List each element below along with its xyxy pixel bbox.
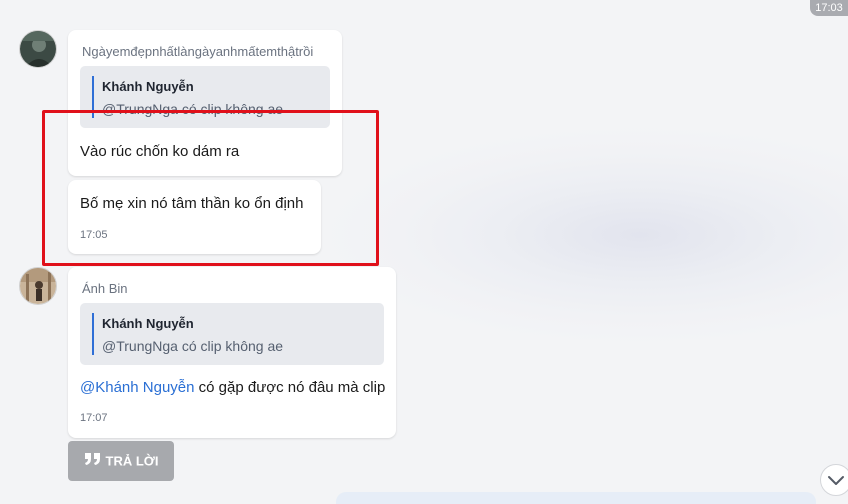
quote-author: Khánh Nguyễn xyxy=(102,316,194,331)
composer-area[interactable] xyxy=(336,492,816,504)
quote-text: @TrungNga có clip không ae xyxy=(102,338,284,354)
quote-icon xyxy=(84,442,102,482)
highlight-annotation xyxy=(42,110,379,266)
sender-name: Ngàyemđẹpnhấtlàngàyanhmấtemthậtrồi xyxy=(82,44,314,59)
mention-link[interactable]: @Khánh Nguyễn xyxy=(80,379,194,396)
avatar[interactable] xyxy=(19,30,57,68)
avatar[interactable] xyxy=(19,267,57,305)
sender-name: Ánh Bin xyxy=(82,281,128,296)
quote-author: Khánh Nguyễn xyxy=(102,79,194,94)
message-time: 17:07 xyxy=(80,412,108,424)
message-bubble[interactable]: Ánh Bin Khánh Nguyễn @TrungNga có clip k… xyxy=(68,267,396,438)
quote-bar xyxy=(92,313,94,355)
chevron-down-icon xyxy=(828,476,844,485)
message-text: @Khánh Nguyễn có gặp được nó đâu mà clip xyxy=(80,379,385,396)
timestamp-chip: 17:03 xyxy=(810,0,848,16)
reply-button-label: TRẢ LỜI xyxy=(105,453,159,469)
scroll-down-button[interactable] xyxy=(820,464,848,496)
quoted-message[interactable]: Khánh Nguyễn @TrungNga có clip không ae xyxy=(80,303,384,365)
reply-button[interactable]: TRẢ LỜI xyxy=(68,441,174,481)
message-text-body: có gặp được nó đâu mà clip xyxy=(194,379,386,396)
